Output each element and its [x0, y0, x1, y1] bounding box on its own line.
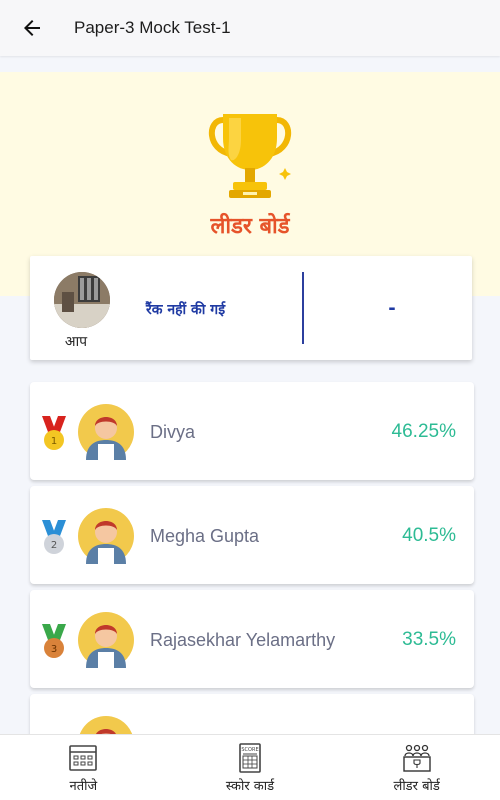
bottom-navigation: नतीजे SCORE स्कोर कार्ड लीडर बोर्ड: [0, 734, 500, 800]
leaderboard-list: 1 Divya 46.25% 2 Megha Gupta 40.5% 3 Raj…: [30, 382, 474, 760]
your-score: -: [388, 298, 396, 319]
user-avatar[interactable]: [54, 272, 110, 328]
nav-results-label: नतीजे: [69, 779, 98, 794]
nav-scorecard[interactable]: SCORE स्कोर कार्ड: [167, 735, 334, 800]
participant-score: 33.5%: [402, 629, 456, 650]
avatar: [78, 508, 134, 564]
scorecard-icon: SCORE: [239, 743, 261, 773]
nav-leaderboard[interactable]: लीडर बोर्ड: [333, 735, 500, 800]
leaderboard-people-icon: [402, 744, 431, 772]
app-bar: Paper-3 Mock Test-1: [0, 0, 500, 56]
svg-text:2: 2: [51, 540, 57, 551]
card-divider: [302, 272, 304, 344]
participant-score: 46.25%: [391, 421, 456, 442]
participant-name: Rajasekhar Yelamarthy: [150, 630, 336, 650]
svg-text:1: 1: [51, 436, 57, 447]
svg-text:SCORE: SCORE: [241, 747, 258, 753]
avatar: [78, 404, 134, 460]
you-label: आप: [64, 334, 88, 350]
results-grid-icon: [69, 745, 98, 771]
trophy-icon: [208, 114, 292, 198]
participant-score: 40.5%: [402, 525, 456, 546]
user-photo-icon: [54, 272, 110, 328]
nav-scorecard-label: स्कोर कार्ड: [225, 779, 275, 794]
participant-name: Megha Gupta: [150, 526, 260, 546]
page-title: Paper-3 Mock Test-1: [74, 18, 231, 37]
avatar: [78, 612, 134, 668]
bronze-medal-icon: 3: [42, 624, 66, 658]
back-button[interactable]: [0, 0, 64, 56]
nav-leaderboard-label: लीडर बोर्ड: [393, 779, 440, 794]
nav-results[interactable]: नतीजे: [0, 735, 167, 800]
your-rank-card: आप रैंक नहीं की गई -: [30, 256, 472, 360]
silver-medal-icon: 2: [42, 520, 66, 554]
leaderboard-row[interactable]: 1 Divya 46.25%: [30, 382, 474, 480]
leaderboard-row[interactable]: 3 Rajasekhar Yelamarthy 33.5%: [30, 590, 474, 688]
gold-medal-icon: 1: [42, 416, 66, 450]
rank-status: रैंक नहीं की गई: [146, 302, 226, 318]
back-arrow-icon: [24, 20, 40, 36]
leaderboard-heading: लीडर बोर्ड: [210, 214, 290, 239]
participant-name: Divya: [150, 422, 196, 442]
leaderboard-row[interactable]: 2 Megha Gupta 40.5%: [30, 486, 474, 584]
svg-text:3: 3: [51, 644, 57, 655]
